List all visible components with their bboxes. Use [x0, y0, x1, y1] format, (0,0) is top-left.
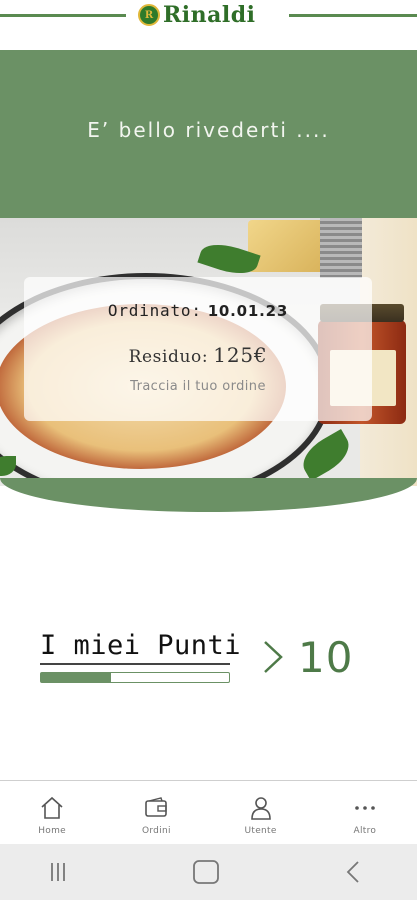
- nav-orders-label: Ordini: [141, 826, 171, 836]
- nav-more[interactable]: Altro: [313, 781, 417, 845]
- order-status-card[interactable]: Ordinato: 10.01.23 Residuo: 125€ Traccia…: [24, 277, 372, 421]
- residue-label: Residuo:: [128, 347, 209, 367]
- points-progress-bar: [40, 672, 230, 683]
- home-icon: [41, 796, 63, 819]
- user-icon: [250, 797, 271, 820]
- brand-badge-icon: R: [138, 4, 160, 26]
- chevron-right-icon[interactable]: [262, 640, 284, 674]
- points-progress-fill: [41, 673, 111, 682]
- nav-orders[interactable]: Ordini: [104, 781, 208, 845]
- home-square-icon[interactable]: [192, 858, 220, 886]
- nav-user[interactable]: Utente: [209, 781, 313, 845]
- header-divider-left: [0, 14, 126, 17]
- nav-more-label: Altro: [353, 826, 377, 836]
- ordered-date: 10.01.23: [207, 302, 289, 320]
- header-divider-right: [289, 14, 417, 17]
- nav-home[interactable]: Home: [0, 781, 104, 845]
- points-value: 10: [298, 633, 354, 682]
- app-header: R Rinaldi: [0, 0, 417, 36]
- residue-row: Residuo: 125€: [24, 343, 372, 367]
- basil-leaf: [0, 456, 16, 476]
- ordered-row: Ordinato: 10.01.23: [24, 301, 372, 320]
- recent-apps-icon[interactable]: [48, 858, 68, 886]
- residue-value: 125€: [213, 343, 268, 367]
- brand-initial: R: [144, 9, 154, 21]
- nav-user-label: Utente: [244, 826, 277, 836]
- nav-home-label: Home: [38, 826, 67, 836]
- track-order-link[interactable]: Traccia il tuo ordine: [24, 379, 372, 394]
- back-chevron-icon[interactable]: [343, 858, 363, 886]
- hero-curve-divider: [0, 478, 417, 512]
- brand-name: Rinaldi: [163, 2, 256, 28]
- more-dots-icon: [355, 806, 375, 810]
- points-title: I miei Punti: [40, 630, 242, 661]
- welcome-message: E’ bello rivederti ....: [87, 118, 330, 142]
- brand-logo[interactable]: R Rinaldi: [138, 2, 256, 28]
- cheese-grater: [320, 218, 362, 278]
- cheese-block: [248, 220, 326, 272]
- points-title-underline: [40, 663, 230, 665]
- ordered-label: Ordinato:: [107, 301, 202, 320]
- wallet-icon: [145, 797, 168, 817]
- bottom-navigation: Home Ordini Utente Altro: [0, 780, 417, 845]
- system-navigation-bar: [0, 844, 417, 900]
